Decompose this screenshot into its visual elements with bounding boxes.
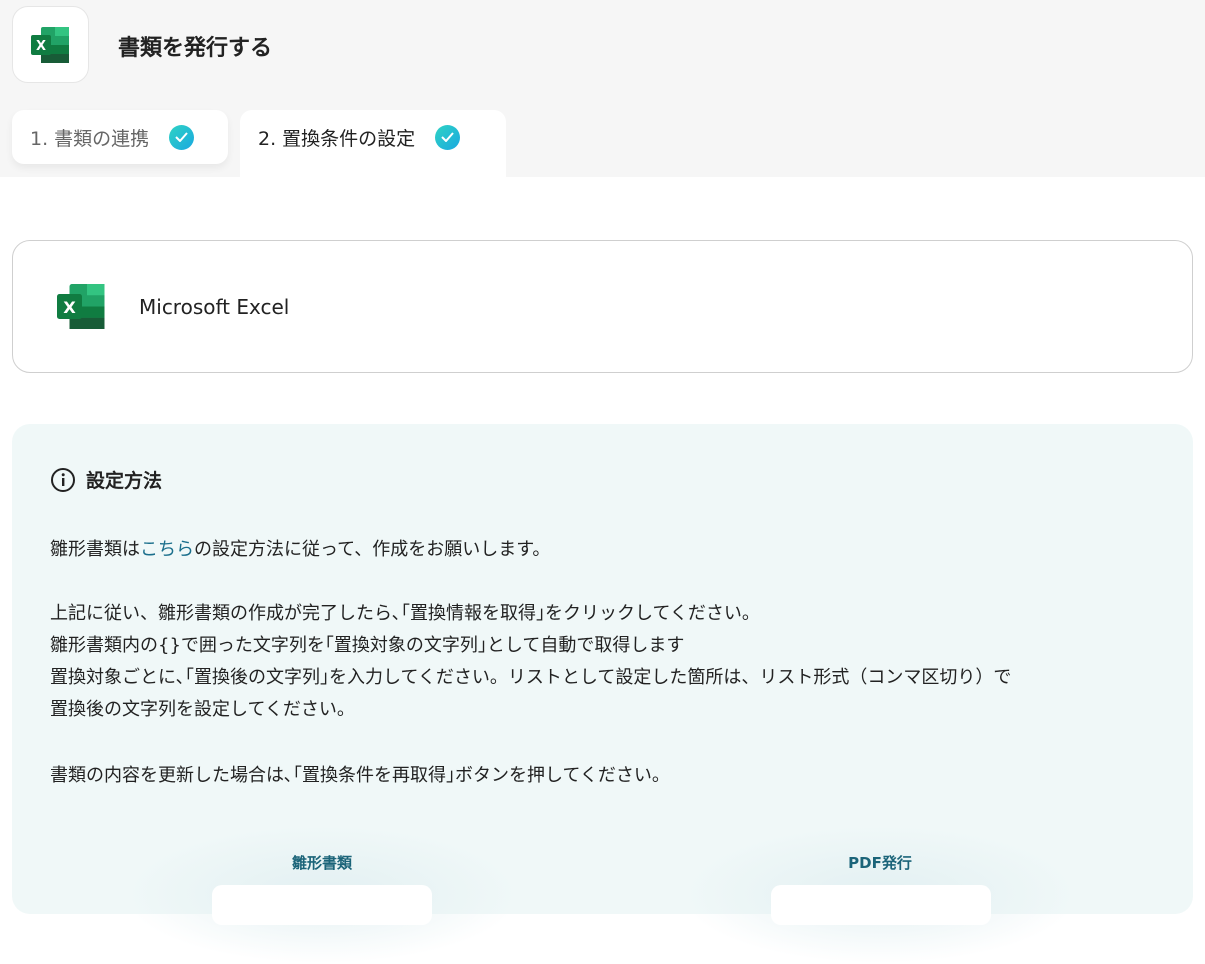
app-card: X Microsoft Excel: [12, 240, 1193, 373]
text: 書類の内容を更新した場合は､｢置換条件を再取得｣ボタンを押してください。: [50, 765, 670, 786]
tab-document-link[interactable]: 1. 書類の連携: [12, 110, 228, 164]
header: X 書類を発行する 1. 書類の連携 2. 置換条件の設定: [0, 0, 1205, 177]
tab-label: 1. 書類の連携: [30, 127, 150, 150]
excel-icon: X: [57, 284, 105, 329]
page-title: 書類を発行する: [118, 36, 273, 61]
excel-icon: X: [30, 26, 69, 63]
guide-link[interactable]: こちら: [140, 539, 194, 560]
instructions-heading: 設定方法: [86, 470, 163, 492]
app-icon: X: [12, 6, 89, 83]
svg-text:X: X: [63, 298, 76, 317]
app-name: Microsoft Excel: [139, 294, 290, 319]
text: 上記に従い、雛形書類の作成が完了したら､｢置換情報を取得｣をクリックしてください…: [50, 603, 760, 624]
template-doc-box: [212, 885, 432, 925]
text: 置換後の文字列を設定してください。: [50, 699, 355, 720]
text: の設定方法に従って、作成をお願いします。: [194, 539, 551, 560]
check-icon: [169, 124, 195, 150]
check-icon: [435, 124, 461, 150]
pdf-issue-label: PDF発行: [848, 854, 912, 872]
tab-label: 2. 置換条件の設定: [258, 127, 416, 150]
text: 雛形書類内の{}で囲った文字列を｢置換対象の文字列｣として自動で取得します: [50, 635, 685, 656]
svg-text:X: X: [35, 39, 45, 54]
pdf-issue-box: [771, 885, 991, 925]
tab-replace-settings[interactable]: 2. 置換条件の設定: [240, 110, 506, 177]
text: 置換対象ごとに､｢置換後の文字列｣を入力してください。リストとして設定した箇所は…: [50, 667, 1012, 688]
text: 雛形書類は: [50, 539, 140, 560]
instructions-panel: 設定方法 雛形書類はこちらの設定方法に従って、作成をお願いします。 上記に従い、…: [12, 424, 1193, 964]
info-icon: [51, 467, 75, 492]
template-doc-label: 雛形書類: [291, 854, 353, 872]
